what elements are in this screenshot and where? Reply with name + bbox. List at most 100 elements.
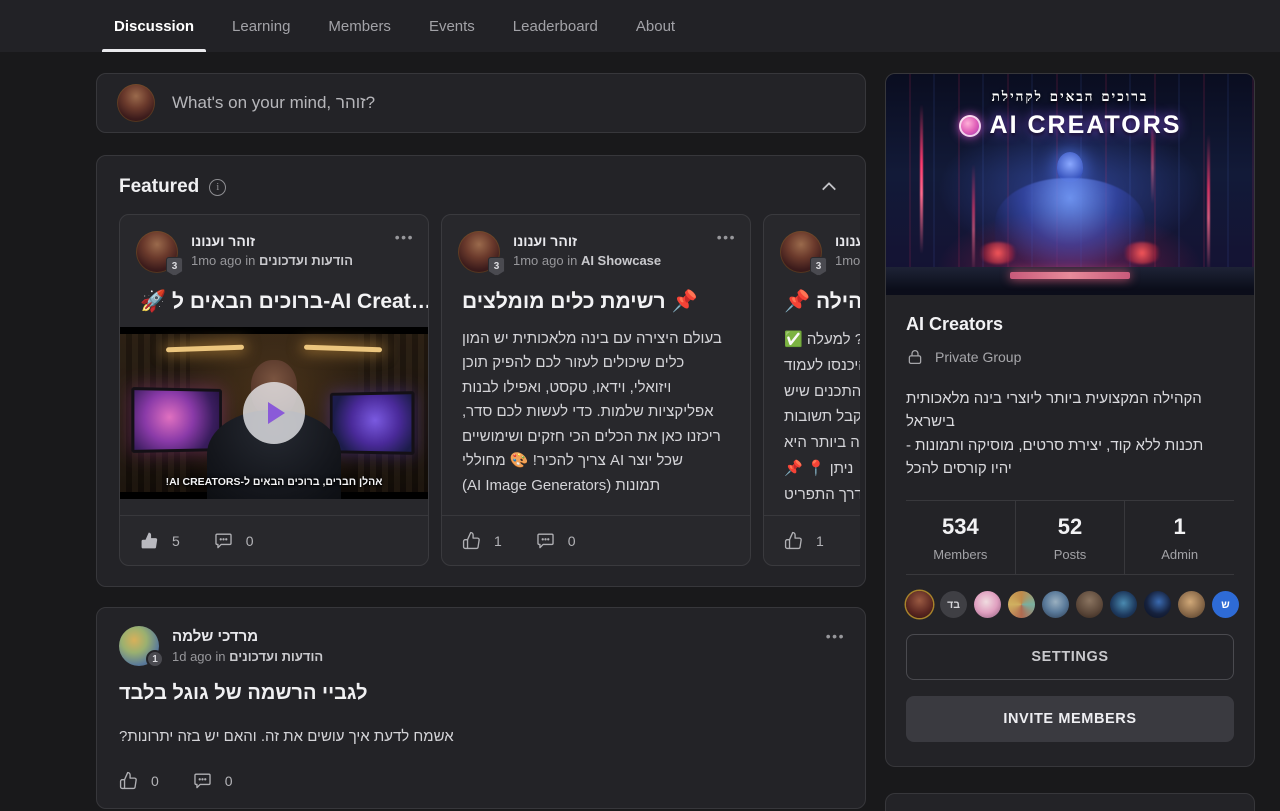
post-title[interactable]: 🚀 ברוכים הבאים ל-AI Creat… xyxy=(120,273,428,314)
author-avatar-wrap[interactable]: 3 xyxy=(136,231,178,273)
brain-icon xyxy=(959,115,981,137)
like-button[interactable]: 5 xyxy=(140,531,180,550)
tab-about[interactable]: About xyxy=(634,0,677,52)
like-count: 1 xyxy=(494,533,502,549)
comment-icon xyxy=(214,531,233,550)
post-title[interactable]: חוקי הקהילה 📌 xyxy=(764,273,860,314)
author-avatar-wrap[interactable]: 3 xyxy=(780,231,822,273)
invite-members-button[interactable]: INVITE MEMBERS xyxy=(906,696,1234,742)
featured-card-rules[interactable]: ••• 3 זוהר וענונו 1mo חוקי הקהילה 📌 ? למ… xyxy=(763,214,860,566)
decor-hand-glow xyxy=(1122,242,1162,264)
member-avatar[interactable] xyxy=(906,591,933,618)
author-name[interactable]: מרדכי שלמה xyxy=(172,626,323,645)
author-name[interactable]: זוהר וענונו xyxy=(191,231,353,249)
settings-button[interactable]: SETTINGS xyxy=(906,634,1234,680)
post-time: 1mo ago in xyxy=(191,253,259,268)
member-avatar[interactable]: בד xyxy=(940,591,967,618)
comment-button[interactable]: 0 xyxy=(193,771,233,790)
stat-posts[interactable]: 52 Posts xyxy=(1015,501,1125,574)
member-avatar[interactable]: ש xyxy=(1212,591,1239,618)
member-avatar[interactable] xyxy=(1076,591,1103,618)
featured-card-welcome[interactable]: ••• 3 זוהר וענונו 1mo ago in הודעות ועדכ… xyxy=(119,214,429,566)
post-body: ? למעלה ✅ היכנסו לעמוד התכנים שיש לקבל ת… xyxy=(764,314,860,508)
collapse-featured-button[interactable] xyxy=(817,177,843,197)
banner-brand-row: AI CREATORS xyxy=(886,111,1254,140)
members-avatar-row: בד ש xyxy=(906,575,1234,618)
thumbs-up-icon xyxy=(140,531,159,550)
featured-card-header: 3 זוהר וענונו 1mo ago in הודעות ועדכונים xyxy=(120,215,428,273)
feed-column: What's on your mind, זוהר? Featured ••• xyxy=(96,52,866,809)
current-user-avatar xyxy=(117,84,155,122)
post-channel[interactable]: הודעות ועדכונים xyxy=(229,649,323,664)
member-avatar[interactable] xyxy=(1144,591,1171,618)
info-icon[interactable] xyxy=(209,179,226,196)
post-menu-icon[interactable]: ••• xyxy=(826,628,845,644)
member-avatar[interactable] xyxy=(1178,591,1205,618)
like-count: 1 xyxy=(816,533,824,549)
decor-hand-glow xyxy=(978,242,1018,264)
tab-leaderboard[interactable]: Leaderboard xyxy=(511,0,600,52)
post-meta: 1mo ago in AI Showcase xyxy=(513,253,661,268)
like-count: 0 xyxy=(151,773,159,789)
post-channel[interactable]: AI Showcase xyxy=(581,253,661,268)
featured-card-tools[interactable]: ••• 3 זוהר וענונו 1mo ago in AI Showcase… xyxy=(441,214,751,566)
video-thumbnail[interactable]: אהלן חברים, ברוכים הבאים ל-AI CREATORS! xyxy=(120,327,428,499)
stat-admins[interactable]: 1 Admin xyxy=(1124,501,1234,574)
post-time: 1mo xyxy=(835,253,860,268)
comment-button[interactable]: 0 xyxy=(536,531,576,550)
admins-label: Admin xyxy=(1125,547,1234,562)
tab-learning[interactable]: Learning xyxy=(230,0,292,52)
post-title[interactable]: לגביי הרשמה של גוגל בלבד xyxy=(119,682,843,705)
author-avatar-wrap[interactable]: 1 xyxy=(119,626,159,666)
member-avatar[interactable] xyxy=(1110,591,1137,618)
tab-discussion[interactable]: Discussion xyxy=(112,0,196,52)
feed-post[interactable]: ••• 1 מרדכי שלמה 1d ago in הודעות ועדכונ… xyxy=(96,607,866,809)
member-avatar[interactable] xyxy=(1008,591,1035,618)
post-channel[interactable]: הודעות ועדכונים xyxy=(259,253,353,268)
post-menu-icon[interactable]: ••• xyxy=(717,229,736,245)
lock-icon xyxy=(906,348,924,366)
like-count: 5 xyxy=(172,533,180,549)
post-composer[interactable]: What's on your mind, זוהר? xyxy=(96,73,866,133)
post-menu-icon[interactable]: ••• xyxy=(395,229,414,245)
author-name[interactable]: זוהר וענונו xyxy=(835,231,860,249)
like-button[interactable]: 0 xyxy=(119,771,159,790)
community-description: הקהילה המקצועית ביותר ליוצרי בינה מלאכות… xyxy=(906,387,1234,480)
member-avatar[interactable] xyxy=(1042,591,1069,618)
privacy-label: Private Group xyxy=(935,349,1021,365)
members-count: 534 xyxy=(906,514,1015,540)
tab-events[interactable]: Events xyxy=(427,0,477,52)
post-meta: 1mo xyxy=(835,253,860,268)
featured-section: Featured ••• 3 זוהר וענונ xyxy=(96,155,866,587)
like-button[interactable]: 1 xyxy=(462,531,502,550)
post-time: 1d ago in xyxy=(172,649,229,664)
author-name[interactable]: זוהר וענונו xyxy=(513,231,661,249)
comment-icon xyxy=(536,531,555,550)
comment-icon xyxy=(193,771,212,790)
comment-button[interactable]: 0 xyxy=(214,531,254,550)
chevron-up-icon xyxy=(822,182,836,196)
post-body: בעולם היצירה עם בינה מלאכותית יש המון כל… xyxy=(442,314,750,498)
featured-cards-row: ••• 3 זוהר וענונו 1mo ago in הודעות ועדכ… xyxy=(119,214,860,566)
author-avatar-wrap[interactable]: 3 xyxy=(458,231,500,273)
like-button[interactable]: 1 xyxy=(784,531,824,550)
post-meta: 1mo ago in הודעות ועדכונים xyxy=(191,253,353,268)
play-button[interactable] xyxy=(243,382,305,444)
post-title[interactable]: 📌 רשימת כלים מומלצים xyxy=(442,273,750,314)
post-footer: 1 xyxy=(764,515,860,565)
thumbs-up-icon xyxy=(119,771,138,790)
community-banner-image[interactable]: ברוכים הבאים לקהילת AI CREATORS xyxy=(886,74,1254,295)
decor-monitor-right xyxy=(330,391,415,455)
comment-count: 0 xyxy=(568,533,576,549)
stat-members[interactable]: 534 Members xyxy=(906,501,1015,574)
community-sidebar: ברוכים הבאים לקהילת AI CREATORS AI Creat… xyxy=(885,73,1255,811)
community-stats: 534 Members 52 Posts 1 Admin xyxy=(906,500,1234,575)
post-header: 1 מרדכי שלמה 1d ago in הודעות ועדכונים xyxy=(119,626,843,666)
post-footer: 5 0 xyxy=(120,515,428,565)
member-avatar[interactable] xyxy=(974,591,1001,618)
tab-members[interactable]: Members xyxy=(326,0,393,52)
community-info: AI Creators Private Group הקהילה המקצועי… xyxy=(886,295,1254,766)
community-name: AI Creators xyxy=(906,314,1234,335)
composer-prompt: What's on your mind, זוהר? xyxy=(172,93,375,113)
leaderboard-card: Leaderboard (30-days) xyxy=(885,793,1255,811)
